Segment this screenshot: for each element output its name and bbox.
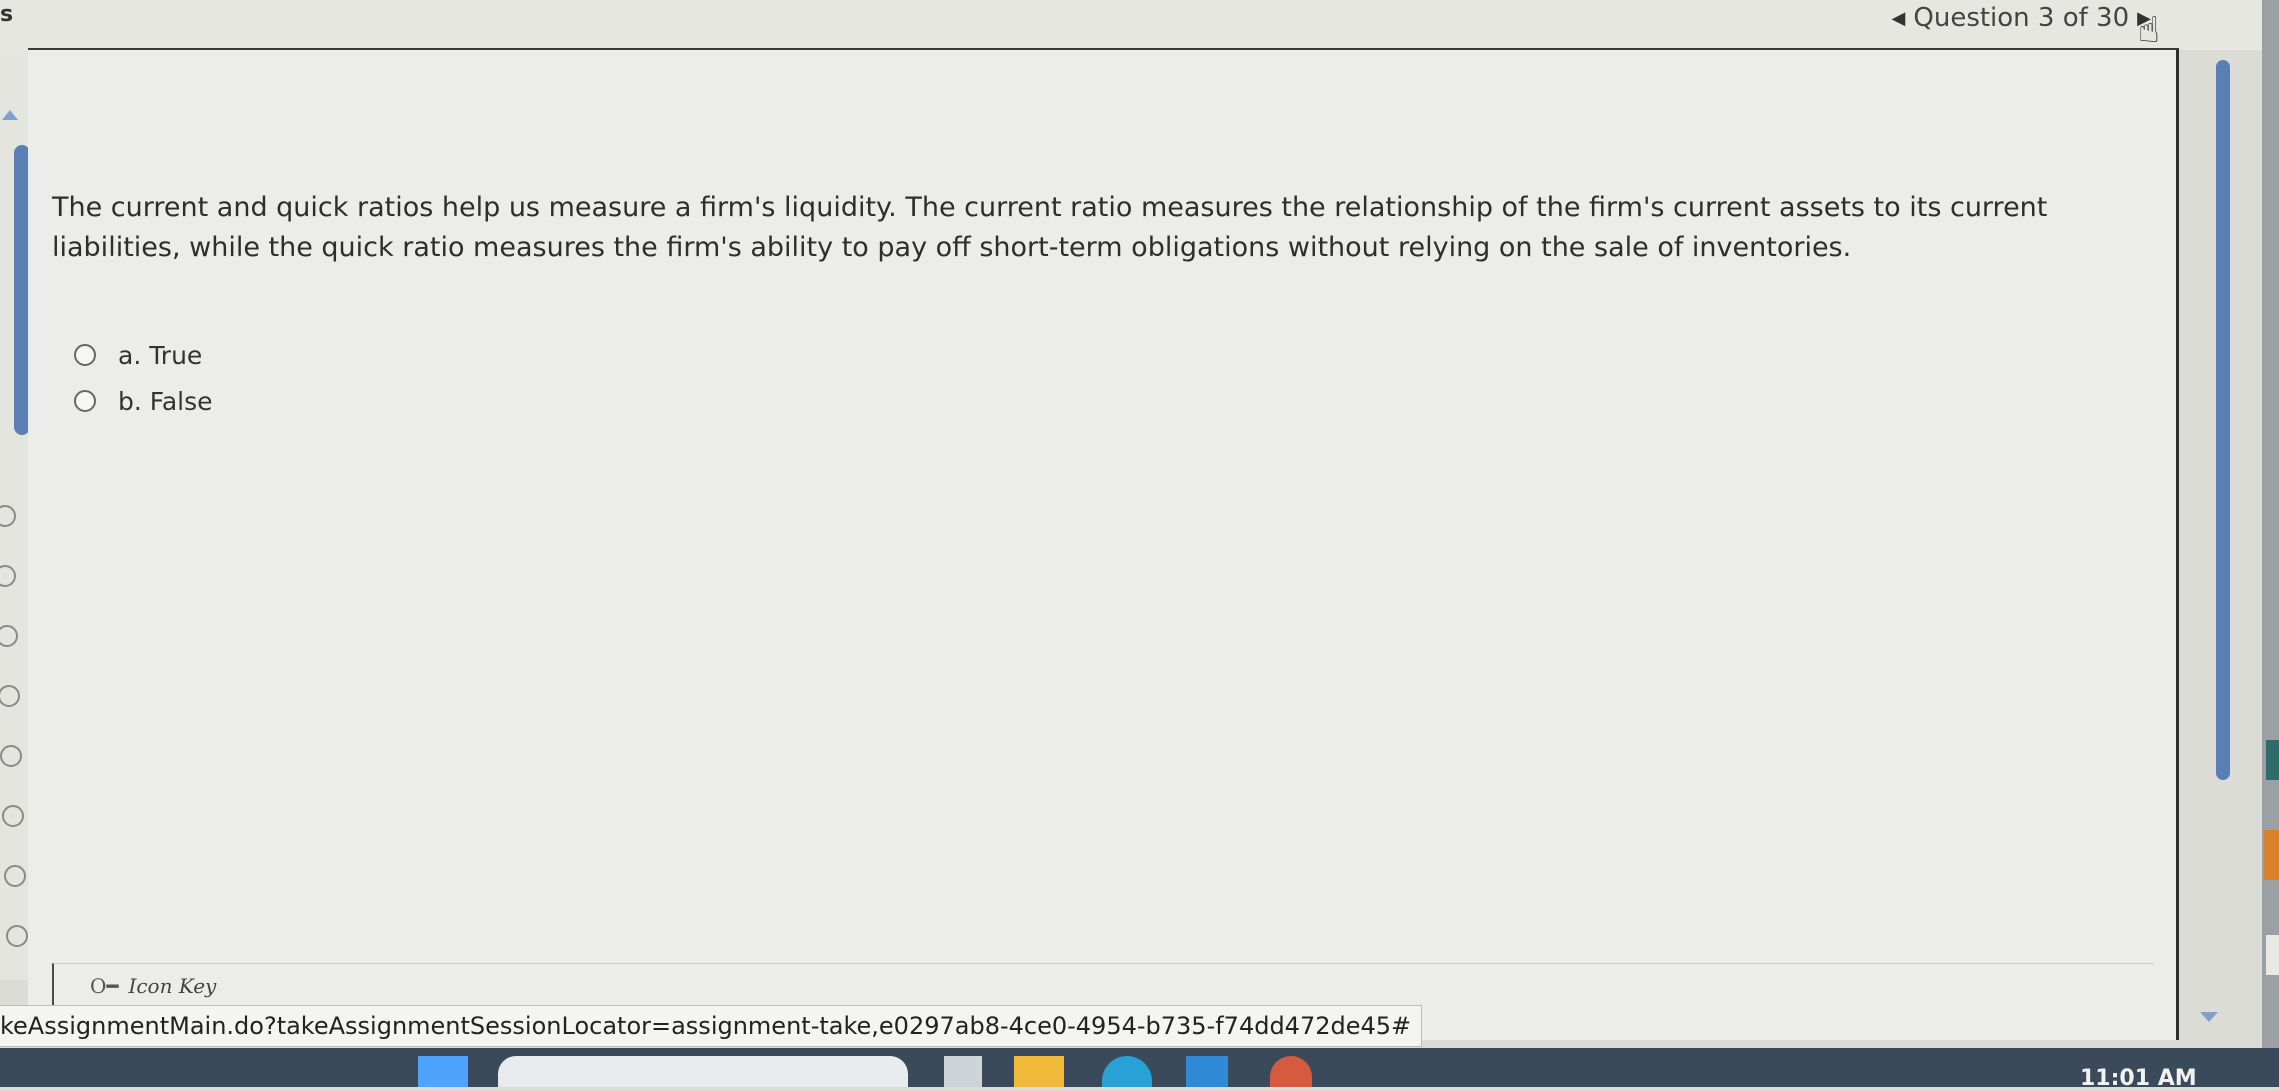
taskbar-app-icon[interactable] <box>1186 1056 1228 1087</box>
answer-options: a. True b. False <box>74 332 213 424</box>
question-status-dot[interactable] <box>0 685 20 707</box>
question-text: The current and quick ratios help us mea… <box>52 192 2048 263</box>
answer-label: b. False <box>118 386 213 416</box>
hand-pointer-icon: ☝ <box>2138 10 2160 51</box>
edge-decoration <box>2264 830 2279 880</box>
right-edge-strip <box>2262 0 2279 1087</box>
question-status-dot[interactable] <box>6 925 28 947</box>
answer-label: a. True <box>118 340 203 370</box>
question-status-dot[interactable] <box>2 805 24 827</box>
start-button[interactable] <box>418 1056 468 1087</box>
scroll-down-icon[interactable] <box>2200 1012 2218 1022</box>
question-status-dot[interactable] <box>0 625 18 647</box>
previous-question-icon[interactable]: ◀ <box>1892 8 1906 29</box>
corner-letter: s <box>0 2 14 27</box>
edge-decoration <box>2266 935 2279 975</box>
taskbar-clock[interactable]: 11:01 AM <box>2080 1066 2197 1091</box>
icon-key-label: Icon Key <box>128 974 217 998</box>
status-bar-url: keAssignmentMain.do?takeAssignmentSessio… <box>0 1005 1423 1047</box>
icon-key-link[interactable]: O━ Icon Key <box>90 974 216 998</box>
taskbar-search[interactable] <box>498 1056 908 1087</box>
question-status-dot[interactable] <box>0 565 16 587</box>
key-icon: O━ <box>90 974 119 998</box>
top-bar: s ◀ Question 3 of 30 ▶ ☝ <box>0 0 2279 51</box>
icon-key-bar: O━ Icon Key <box>52 963 2154 1008</box>
question-status-dot[interactable] <box>4 865 26 887</box>
browser-icon[interactable] <box>1102 1056 1152 1087</box>
question-counter: Question 3 of 30 <box>1913 3 2130 33</box>
radio-button[interactable] <box>74 390 96 412</box>
question-status-dot[interactable] <box>0 745 22 767</box>
taskbar-app-icon[interactable] <box>944 1056 982 1087</box>
taskbar-app-icon[interactable] <box>1270 1056 1312 1087</box>
answer-option-true[interactable]: a. True <box>74 332 213 378</box>
answer-option-false[interactable]: b. False <box>74 378 213 424</box>
question-panel: The current and quick ratios help us mea… <box>28 48 2179 1040</box>
file-explorer-icon[interactable] <box>1014 1056 1064 1087</box>
question-navigator: ◀ Question 3 of 30 ▶ <box>1892 0 2151 36</box>
rail-scroll-up-icon[interactable] <box>2 110 18 120</box>
taskbar <box>0 1048 2279 1087</box>
page-scrollbar[interactable] <box>2216 60 2230 780</box>
radio-button[interactable] <box>74 344 96 366</box>
edge-decoration <box>2266 740 2279 780</box>
question-status-dot[interactable] <box>0 505 16 527</box>
